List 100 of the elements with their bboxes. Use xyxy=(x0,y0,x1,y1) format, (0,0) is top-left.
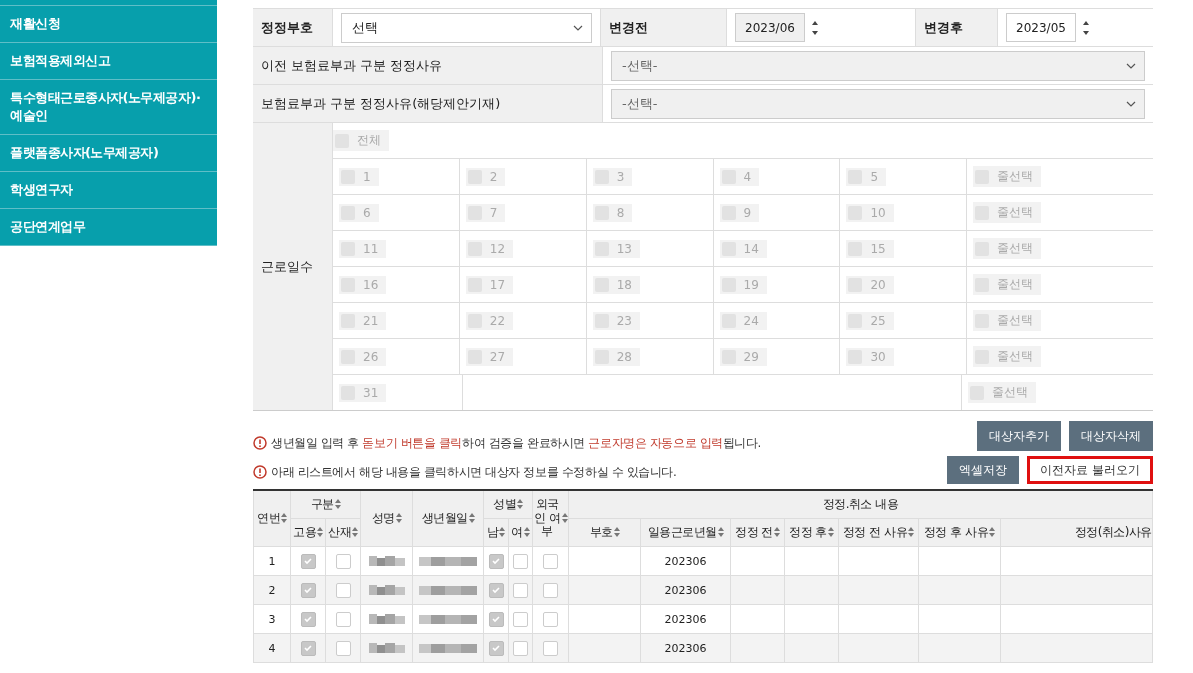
day-checkbox[interactable]: 31 xyxy=(339,383,387,402)
day-checkbox[interactable]: 1 xyxy=(339,167,379,186)
sort-icon[interactable] xyxy=(827,527,834,538)
day-checkbox[interactable]: 16 xyxy=(339,275,387,294)
checkbox[interactable] xyxy=(300,640,316,656)
checkbox[interactable] xyxy=(513,640,528,656)
table-cell: 3 xyxy=(268,612,276,626)
table-cell: 1 xyxy=(268,554,276,568)
day-checkbox[interactable]: 20 xyxy=(846,275,894,294)
action-button[interactable]: 엑셀저장 xyxy=(947,456,1020,484)
sort-icon[interactable] xyxy=(281,513,287,524)
checkbox[interactable] xyxy=(543,582,558,598)
sort-icon[interactable] xyxy=(334,499,341,510)
row-select-checkbox[interactable]: 줄선택 xyxy=(973,274,1042,295)
column-header: 정정.취소 내용 xyxy=(822,497,899,512)
day-checkbox[interactable]: 26 xyxy=(339,347,387,366)
day-checkbox[interactable]: 3 xyxy=(592,167,633,186)
day-checkbox[interactable]: 15 xyxy=(846,239,894,258)
checkbox[interactable] xyxy=(488,553,504,569)
check-icon xyxy=(491,556,501,566)
day-checkbox[interactable]: 7 xyxy=(465,203,506,222)
row-select-checkbox[interactable]: 줄선택 xyxy=(973,202,1042,223)
checkbox[interactable] xyxy=(335,640,351,656)
checkbox[interactable] xyxy=(543,553,558,569)
day-checkbox[interactable]: 5 xyxy=(846,167,886,186)
sidebar-item[interactable]: 보험적용제외신고 xyxy=(0,43,217,80)
row-select-checkbox[interactable]: 줄선택 xyxy=(973,166,1042,187)
field-label: 변경후 xyxy=(924,18,963,37)
row-select-checkbox[interactable]: 줄선택 xyxy=(973,310,1042,331)
checkbox[interactable] xyxy=(488,640,504,656)
sort-icon[interactable] xyxy=(989,527,996,538)
day-checkbox[interactable]: 11 xyxy=(339,239,387,258)
checkbox[interactable] xyxy=(488,611,504,627)
checkbox[interactable] xyxy=(543,611,558,627)
sort-icon[interactable] xyxy=(717,527,724,538)
check-icon xyxy=(491,614,501,624)
day-checkbox[interactable]: 12 xyxy=(465,239,514,258)
day-checkbox[interactable]: 10 xyxy=(846,203,894,222)
sidebar-item[interactable]: 특수형태근로종사자(노무제공자)·예술인 xyxy=(0,80,217,135)
day-checkbox[interactable]: 14 xyxy=(719,239,767,258)
action-button[interactable]: 대상자삭제 xyxy=(1069,421,1153,451)
sort-icon[interactable] xyxy=(499,527,506,538)
day-checkbox[interactable]: 18 xyxy=(592,275,640,294)
day-checkbox[interactable]: 28 xyxy=(592,347,640,366)
day-checkbox[interactable]: 6 xyxy=(339,203,379,222)
checkbox[interactable] xyxy=(335,582,351,598)
checkbox[interactable] xyxy=(335,611,351,627)
sidebar-item[interactable] xyxy=(0,0,217,6)
sort-icon[interactable] xyxy=(517,499,523,510)
checkbox[interactable] xyxy=(488,582,504,598)
alert-icon xyxy=(253,436,267,450)
day-checkbox[interactable]: 30 xyxy=(846,347,894,366)
day-checkbox[interactable]: 19 xyxy=(719,275,767,294)
day-checkbox[interactable]: 22 xyxy=(465,311,514,330)
column-header[interactable]: 성명 xyxy=(371,511,402,526)
day-checkbox[interactable]: 8 xyxy=(592,203,633,222)
chevron-down-icon xyxy=(1126,100,1136,107)
sort-icon[interactable] xyxy=(773,527,780,538)
all-checkbox[interactable]: 전체 xyxy=(333,130,389,151)
checkbox[interactable] xyxy=(300,553,316,569)
checkbox[interactable] xyxy=(513,582,528,598)
day-checkbox[interactable]: 2 xyxy=(465,167,506,186)
sidebar-item[interactable]: 재활신청 xyxy=(0,6,217,43)
action-button[interactable]: 이전자료 불러오기 xyxy=(1027,456,1153,484)
day-checkbox[interactable]: 17 xyxy=(465,275,514,294)
sort-icon[interactable] xyxy=(562,513,568,524)
row-select-checkbox[interactable]: 줄선택 xyxy=(973,346,1042,367)
day-checkbox[interactable]: 23 xyxy=(592,311,640,330)
day-checkbox[interactable]: 27 xyxy=(465,347,514,366)
day-checkbox[interactable]: 13 xyxy=(592,239,640,258)
month-input[interactable]: 2023/05 xyxy=(1006,13,1076,42)
sort-icon[interactable] xyxy=(395,513,402,524)
checkbox[interactable] xyxy=(300,582,316,598)
sort-icon[interactable] xyxy=(317,527,323,538)
sort-icon[interactable] xyxy=(468,513,475,524)
sidebar-item[interactable]: 플랫폼종사자(노무제공자) xyxy=(0,135,217,172)
sort-icon[interactable] xyxy=(352,527,358,538)
column-header[interactable]: 생년월일 xyxy=(421,511,475,526)
sort-icon[interactable] xyxy=(908,527,915,538)
day-checkbox[interactable]: 9 xyxy=(719,203,760,222)
sort-icon[interactable] xyxy=(613,527,620,538)
day-checkbox[interactable]: 25 xyxy=(846,311,894,330)
sidebar-item[interactable]: 학생연구자 xyxy=(0,172,217,209)
sort-icon[interactable] xyxy=(523,527,530,538)
checkbox[interactable] xyxy=(300,611,316,627)
checkbox[interactable] xyxy=(335,553,351,569)
action-button[interactable]: 대상자추가 xyxy=(977,421,1061,451)
checkbox[interactable] xyxy=(513,553,528,569)
day-checkbox[interactable]: 29 xyxy=(719,347,767,366)
day-checkbox[interactable]: 21 xyxy=(339,311,387,330)
day-checkbox[interactable]: 4 xyxy=(719,167,760,186)
sidebar-item[interactable]: 공단연계업무 xyxy=(0,209,217,246)
checkbox[interactable] xyxy=(513,611,528,627)
row-select-checkbox[interactable]: 줄선택 xyxy=(973,238,1042,259)
row-select-checkbox[interactable]: 줄선택 xyxy=(968,382,1037,403)
check-icon xyxy=(303,614,313,624)
day-checkbox[interactable]: 24 xyxy=(719,311,767,330)
checkbox[interactable] xyxy=(543,640,558,656)
alert-icon xyxy=(253,465,267,479)
code-select[interactable]: 선택 xyxy=(341,12,592,43)
